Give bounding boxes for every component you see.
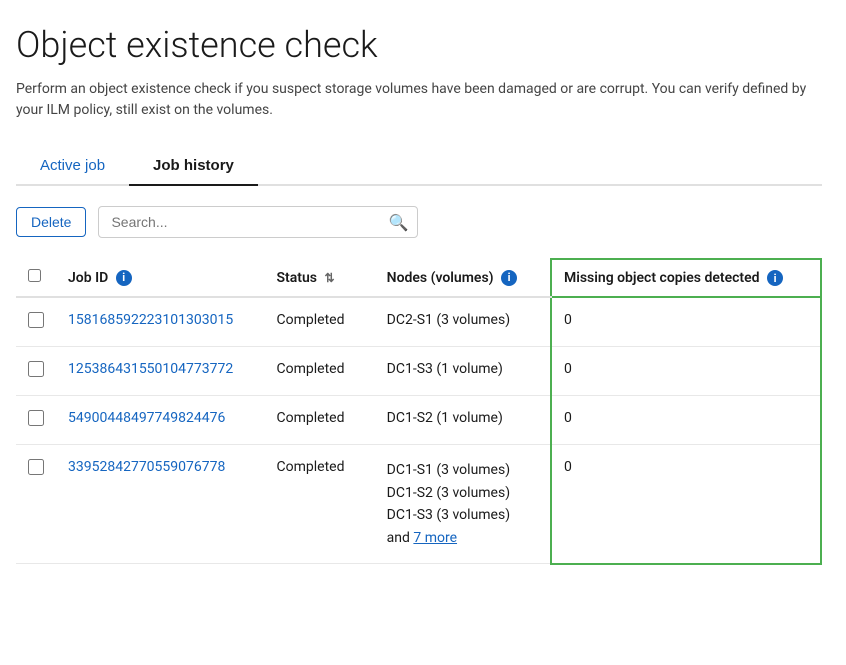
row2-job-id-link[interactable]: 125386431550104773772 <box>68 361 233 377</box>
row1-checkbox[interactable] <box>28 312 44 328</box>
row4-node-3: DC1-S3 (3 volumes) <box>387 504 538 526</box>
row4-job-id-link[interactable]: 33952842770559076778 <box>68 459 225 475</box>
row2-missing-cell: 0 <box>551 347 821 396</box>
row2-checkbox[interactable] <box>28 361 44 377</box>
select-all-checkbox[interactable] <box>28 269 41 282</box>
missing-info-icon[interactable]: i <box>767 270 783 286</box>
row4-nodes-multiline: DC1-S1 (3 volumes) DC1-S2 (3 volumes) DC… <box>387 459 538 549</box>
row3-status-cell: Completed <box>265 396 375 445</box>
row1-missing-cell: 0 <box>551 297 821 347</box>
row2-status-cell: Completed <box>265 347 375 396</box>
row1-status-cell: Completed <box>265 297 375 347</box>
row4-checkbox-cell <box>16 445 56 564</box>
th-job-id: Job ID i <box>56 259 265 297</box>
row4-and-more-link[interactable]: 7 more <box>413 530 457 546</box>
row4-node-1: DC1-S1 (3 volumes) <box>387 459 538 481</box>
page-title: Object existence check <box>16 24 822 67</box>
row2-checkbox-cell <box>16 347 56 396</box>
toolbar: Delete 🔍 <box>16 206 822 238</box>
page-container: Object existence check Perform an object… <box>0 0 846 589</box>
row4-nodes-cell: DC1-S1 (3 volumes) DC1-S2 (3 volumes) DC… <box>375 445 551 564</box>
row4-status-cell: Completed <box>265 445 375 564</box>
row2-nodes: DC1-S3 (1 volume) <box>387 361 503 377</box>
row1-nodes: DC2-S1 (3 volumes) <box>387 312 510 328</box>
search-input[interactable] <box>98 206 418 238</box>
row3-checkbox[interactable] <box>28 410 44 426</box>
th-missing: Missing object copies detected i <box>551 259 821 297</box>
row3-nodes: DC1-S2 (1 volume) <box>387 410 503 426</box>
th-job-id-label: Job ID <box>68 270 108 286</box>
table-row: 54900448497749824476 Completed DC1-S2 (1… <box>16 396 821 445</box>
status-sort-icon[interactable]: ⇅ <box>324 271 334 285</box>
row1-status: Completed <box>277 312 345 328</box>
row4-checkbox[interactable] <box>28 459 44 475</box>
row3-nodes-cell: DC1-S2 (1 volume) <box>375 396 551 445</box>
tabs-container: Active job Job history <box>16 145 822 186</box>
row1-missing: 0 <box>564 312 572 328</box>
table-row: 33952842770559076778 Completed DC1-S1 (3… <box>16 445 821 564</box>
row4-job-id-cell: 33952842770559076778 <box>56 445 265 564</box>
tab-active-job[interactable]: Active job <box>16 147 129 186</box>
table-row: 158168592223101303015 Completed DC2-S1 (… <box>16 297 821 347</box>
table-row: 125386431550104773772 Completed DC1-S3 (… <box>16 347 821 396</box>
th-nodes: Nodes (volumes) i <box>375 259 551 297</box>
job-id-info-icon[interactable]: i <box>116 270 132 286</box>
page-description: Perform an object existence check if you… <box>16 79 822 121</box>
row1-checkbox-cell <box>16 297 56 347</box>
row3-missing-cell: 0 <box>551 396 821 445</box>
row4-missing-cell: 0 <box>551 445 821 564</box>
th-status: Status ⇅ <box>265 259 375 297</box>
search-container: 🔍 <box>98 206 418 238</box>
row1-job-id-link[interactable]: 158168592223101303015 <box>68 312 233 328</box>
row2-nodes-cell: DC1-S3 (1 volume) <box>375 347 551 396</box>
th-checkbox <box>16 259 56 297</box>
delete-button[interactable]: Delete <box>16 207 86 237</box>
jobs-table: Job ID i Status ⇅ Nodes (volumes) i Miss… <box>16 258 822 564</box>
row3-checkbox-cell <box>16 396 56 445</box>
tab-job-history[interactable]: Job history <box>129 147 258 186</box>
row3-missing: 0 <box>564 410 572 426</box>
th-nodes-label: Nodes (volumes) <box>387 270 494 286</box>
row4-status: Completed <box>277 459 345 475</box>
th-missing-label: Missing object copies detected <box>564 270 760 286</box>
row1-job-id-cell: 158168592223101303015 <box>56 297 265 347</box>
nodes-info-icon[interactable]: i <box>501 270 517 286</box>
row2-status: Completed <box>277 361 345 377</box>
th-status-label: Status <box>277 270 317 286</box>
row3-job-id-link[interactable]: 54900448497749824476 <box>68 410 225 426</box>
row2-job-id-cell: 125386431550104773772 <box>56 347 265 396</box>
row3-job-id-cell: 54900448497749824476 <box>56 396 265 445</box>
row1-nodes-cell: DC2-S1 (3 volumes) <box>375 297 551 347</box>
row4-nodes-more: and 7 more <box>387 527 538 549</box>
row3-status: Completed <box>277 410 345 426</box>
row2-missing: 0 <box>564 361 572 377</box>
row4-node-2: DC1-S2 (3 volumes) <box>387 482 538 504</box>
row4-missing: 0 <box>564 459 572 475</box>
